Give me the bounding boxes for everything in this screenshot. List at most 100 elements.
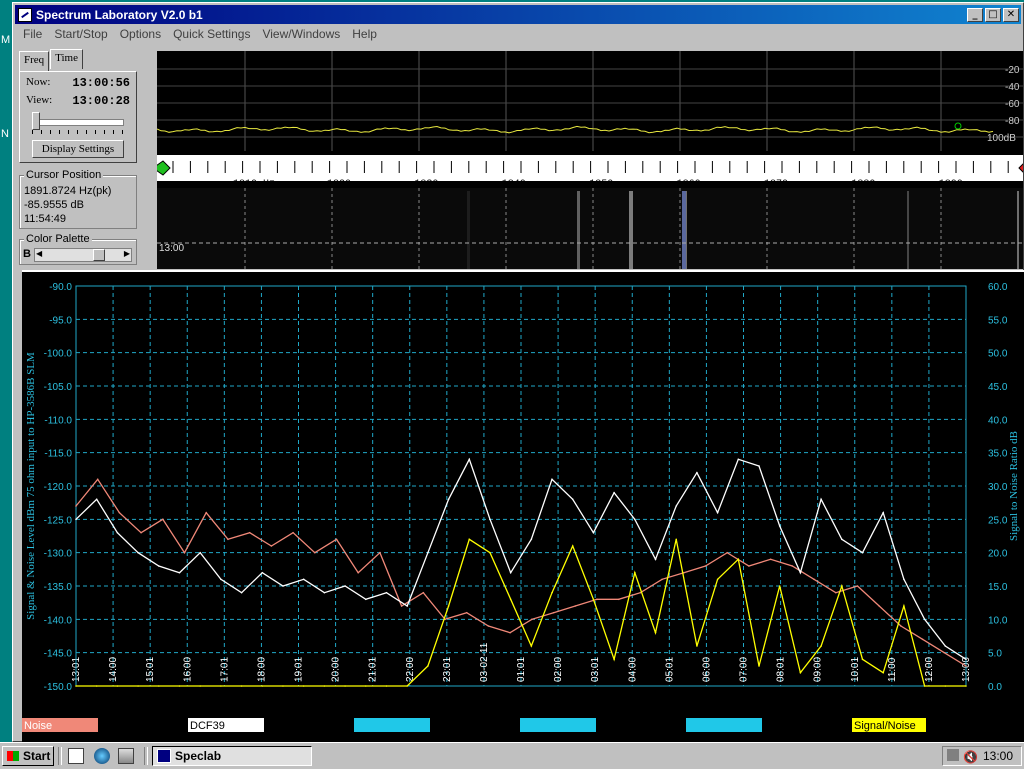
time-panel: Now: 13:00:56 View: 13:00:28 Display Setti… <box>19 71 137 163</box>
data-point <box>261 571 264 574</box>
menu-help[interactable]: Help <box>346 27 383 41</box>
palette-scroll-thumb[interactable] <box>93 249 105 261</box>
data-point <box>183 551 186 554</box>
data-point <box>834 591 837 594</box>
data-point <box>552 611 555 614</box>
data-point <box>487 625 490 627</box>
tab-freq[interactable]: Freq <box>19 51 50 71</box>
legend-label: Signal/Noise <box>854 720 916 732</box>
quicklaunch-checkbox-icon[interactable] <box>68 748 84 764</box>
x-tick-label: 07:00 <box>739 657 750 682</box>
scroll-left-icon[interactable]: ◀ <box>36 249 42 258</box>
data-point <box>199 685 201 687</box>
palette-scrollbar[interactable]: ◀ ▶ <box>34 248 132 262</box>
x-tick-label: 03:01 <box>590 657 601 682</box>
time-scroll-slider[interactable] <box>26 112 130 134</box>
data-point <box>157 565 160 567</box>
left-y-tick-label: -110.0 <box>44 415 72 426</box>
data-point <box>813 578 815 581</box>
close-button[interactable]: ✕ <box>1003 8 1019 22</box>
left-y-tick-label: -105.0 <box>44 382 73 393</box>
data-point <box>551 478 553 481</box>
data-point <box>468 458 471 461</box>
x-tick-label: 02:00 <box>553 657 564 682</box>
db-tick-label: 100dB <box>987 133 1016 144</box>
speaker-muted-icon[interactable]: 🔇 <box>963 748 978 766</box>
slider-thumb[interactable] <box>32 112 40 130</box>
app-icon[interactable] <box>18 7 32 22</box>
data-point <box>282 685 284 687</box>
data-point <box>571 545 574 547</box>
data-point <box>509 631 511 634</box>
data-point <box>758 465 760 467</box>
data-point <box>903 578 905 581</box>
data-point <box>791 565 794 567</box>
data-point <box>882 511 885 514</box>
trend-chart-window[interactable]: -90.0 60.0 -95.0 55.0 -100.0 50.0 -105.0 45.0 -1… <box>22 270 1024 742</box>
data-point <box>118 511 121 514</box>
right-y-tick-label: 50.0 <box>988 349 1008 360</box>
maximize-button[interactable]: □ <box>985 8 1001 22</box>
x-tick-label: 01:01 <box>516 657 527 682</box>
menu-start-stop[interactable]: Start/Stop <box>48 27 113 41</box>
data-point <box>302 578 305 581</box>
display-settings-button[interactable]: Display Settings <box>32 140 124 158</box>
data-point <box>248 531 251 534</box>
network-icon[interactable] <box>947 749 959 761</box>
right-y-tick-label: 25.0 <box>988 515 1008 526</box>
x-tick-label: 04:00 <box>627 657 638 682</box>
data-point <box>137 551 139 554</box>
data-point <box>447 605 450 607</box>
x-tick-label: 06:00 <box>701 657 712 682</box>
title-bar[interactable]: Spectrum Laboratory V2.0 b1 _ □ ✕ <box>15 5 1021 24</box>
desktop-icon[interactable] <box>118 748 134 764</box>
data-point <box>799 571 802 574</box>
data-point <box>427 665 429 667</box>
taskbar-item-speclab[interactable]: Speclab <box>152 746 312 766</box>
data-point <box>696 471 698 474</box>
data-point <box>282 585 284 587</box>
data-point <box>489 551 491 554</box>
x-tick-label: 10:01 <box>850 657 861 682</box>
start-button[interactable]: Start <box>2 746 54 766</box>
menu-view-windows[interactable]: View/Windows <box>256 27 346 41</box>
data-point <box>861 658 864 661</box>
spectrum-display[interactable]: -20 -40 -60 -80 100dB 1810 Hz 1820 1830 1840 1850… <box>152 51 1023 269</box>
menu-options[interactable]: Options <box>114 27 167 41</box>
data-point <box>943 651 946 654</box>
data-point <box>385 685 388 687</box>
menu-bar: File Start/Stop Options Quick Settings V… <box>17 25 1019 43</box>
menu-quick-settings[interactable]: Quick Settings <box>167 27 256 41</box>
data-point <box>704 565 707 567</box>
data-point <box>882 671 885 674</box>
x-tick-label: 15:01 <box>145 657 156 682</box>
minimize-button[interactable]: _ <box>967 8 983 22</box>
legend-label: DCF39 <box>190 720 225 732</box>
left-y-tick-label: -100.0 <box>44 349 73 360</box>
data-point <box>162 518 164 521</box>
data-point <box>923 685 926 687</box>
data-point <box>95 498 98 501</box>
x-tick-label: 14:00 <box>108 657 119 682</box>
data-point <box>675 538 678 541</box>
data-point <box>75 685 77 687</box>
scroll-right-icon[interactable]: ▶ <box>124 249 130 258</box>
data-point <box>75 518 77 521</box>
now-value: 13:00:56 <box>72 76 130 90</box>
waterfall-signal-line <box>907 191 909 269</box>
internet-explorer-icon[interactable] <box>94 748 110 764</box>
data-point <box>199 551 201 554</box>
data-point <box>903 605 905 607</box>
tab-time[interactable]: Time <box>50 49 83 69</box>
data-point <box>364 685 367 687</box>
data-point <box>489 518 491 521</box>
data-point <box>531 618 533 621</box>
data-point <box>270 545 273 547</box>
taskbar: Start Speclab 🔇 13:00 <box>0 742 1024 769</box>
legend-swatch <box>520 718 596 732</box>
left-y-tick-label: -115.0 <box>44 449 72 460</box>
data-point <box>726 551 729 554</box>
menu-file[interactable]: File <box>17 27 48 41</box>
data-point <box>530 645 533 647</box>
right-y-tick-label: 35.0 <box>988 449 1008 460</box>
